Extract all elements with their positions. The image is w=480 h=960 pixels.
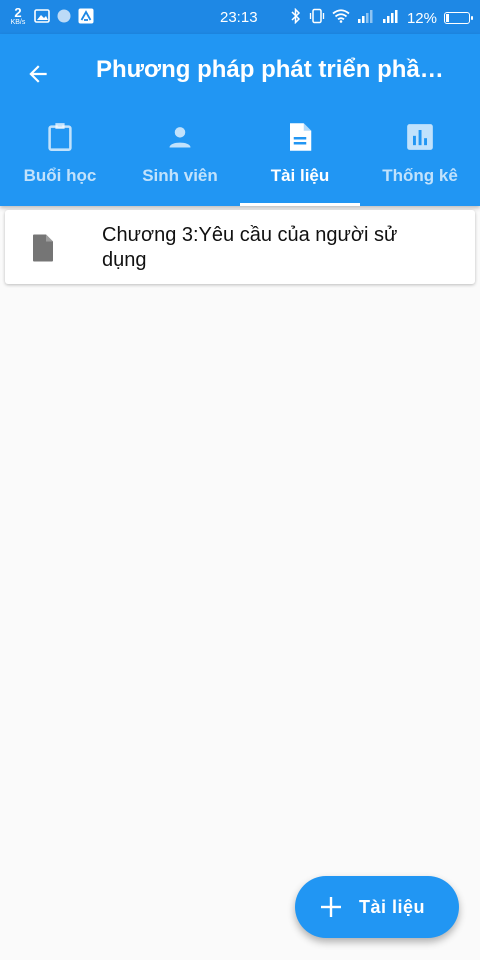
- bluetooth-icon: [290, 7, 302, 28]
- add-document-label: Tài liệu: [359, 896, 426, 917]
- app-bar: Phương pháp phát triển phầ… Buổi học Sin…: [0, 34, 480, 206]
- tab-thong-ke[interactable]: Thống kê: [360, 116, 480, 206]
- image-notification-icon: [34, 8, 50, 24]
- wifi-icon: [332, 9, 350, 27]
- arrow-back-icon: [29, 65, 47, 83]
- battery-icon: [444, 12, 473, 24]
- bar-chart-icon: [405, 122, 435, 152]
- tab-label: Sinh viên: [142, 166, 218, 185]
- battery-fill: [446, 14, 449, 22]
- file-icon: [31, 234, 55, 262]
- app-notification-icon: [78, 8, 94, 24]
- tab-label: Tài liệu: [270, 166, 330, 185]
- add-document-button[interactable]: Tài liệu: [295, 876, 459, 938]
- page-title: Phương pháp phát triển phầ…: [96, 56, 444, 83]
- status-bar: 2 KB/s 23:13 12%: [0, 0, 480, 34]
- tab-label: Buổi học: [23, 166, 97, 185]
- status-left: 2 KB/s: [8, 6, 94, 26]
- tab-buoi-hoc[interactable]: Buổi học: [0, 116, 120, 206]
- document-icon: [285, 122, 315, 152]
- tab-sinh-vien[interactable]: Sinh viên: [120, 116, 240, 206]
- network-speed: 2 KB/s: [8, 6, 28, 26]
- battery-percent: 12%: [406, 9, 437, 27]
- person-icon: [165, 122, 195, 152]
- plus-icon: [319, 895, 343, 919]
- screen: 2 KB/s 23:13 12% Phương pháp phát triển …: [0, 0, 480, 960]
- list-item[interactable]: Chương 3:Yêu cầu của người sử dụng: [5, 210, 475, 284]
- tab-indicator: [240, 203, 360, 206]
- clipboard-icon: [45, 122, 75, 152]
- status-time: 23:13: [220, 9, 258, 26]
- tab-tai-lieu[interactable]: Tài liệu: [240, 116, 360, 206]
- vibrate-icon: [309, 8, 325, 28]
- back-button[interactable]: [16, 52, 60, 96]
- document-list: Chương 3:Yêu cầu của người sử dụng: [5, 210, 475, 284]
- signal-icon-sim2: [382, 9, 400, 27]
- network-speed-unit: KB/s: [10, 19, 26, 26]
- tab-label: Thống kê: [382, 166, 458, 185]
- signal-icon-sim1: [357, 9, 375, 27]
- document-title: Chương 3:Yêu cầu của người sử dụng: [102, 224, 398, 271]
- status-right: 12%: [290, 7, 473, 28]
- network-speed-value: 2: [14, 5, 22, 20]
- circle-notification-icon: [56, 8, 72, 24]
- tab-bar: Buổi học Sinh viên Tài liệu Thống kê: [0, 116, 480, 206]
